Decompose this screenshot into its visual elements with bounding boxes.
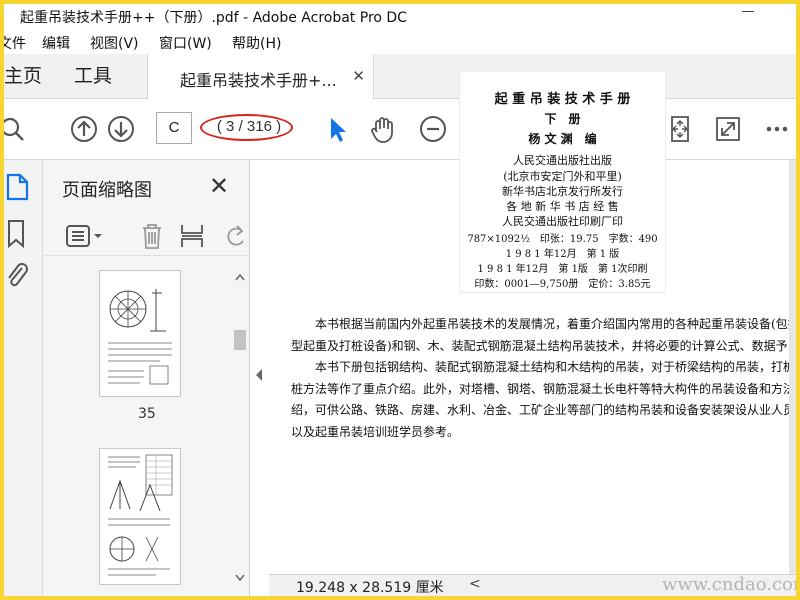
thumbnail-options-icon[interactable] — [65, 223, 105, 249]
thumbnail-page-number: 35 — [138, 406, 156, 422]
copyright-page: 起 重 吊 装 技 术 手 册 下 册 杨 文 渊 编 人民交通出版社出版 (北… — [459, 71, 666, 293]
bookmark-icon[interactable] — [4, 218, 32, 250]
thumbnail-preview — [108, 289, 172, 385]
thumbnail-page[interactable] — [99, 270, 181, 397]
collapse-panel-icon[interactable] — [251, 360, 267, 390]
select-cursor-icon[interactable] — [322, 114, 352, 144]
panel-toolbar — [43, 215, 249, 256]
minimize-button[interactable]: — — [736, 4, 760, 24]
tab-document[interactable]: 起重吊装技术手册+... ✕ — [147, 54, 374, 99]
page-edge — [789, 160, 796, 574]
copyright-publisher: 人民交通出版社出版 — [513, 154, 612, 167]
highlight-oval — [200, 114, 293, 141]
copyright-sellers: 各 地 新 华 书 店 经 售 — [506, 200, 619, 213]
next-page-icon[interactable] — [106, 114, 136, 144]
prev-page-icon[interactable] — [69, 114, 99, 144]
more-icon[interactable] — [762, 114, 792, 144]
thumbnails-panel: 页面缩略图 ✕ 35 — [43, 160, 250, 596]
thumbnail-preview — [108, 454, 173, 576]
text-line: 型起重及打桩设备)和钢、木、装配式钢筋混凝土结构吊装技术，并将必要的计算公式、数… — [291, 338, 796, 353]
copyright-editor: 杨 文 渊 编 — [528, 132, 597, 146]
thumbnails-scrollbar[interactable] — [233, 270, 247, 596]
window-title: 起重吊装技术手册++（下册）.pdf - Adobe Acrobat Pro D… — [20, 10, 407, 26]
full-screen-icon[interactable] — [713, 114, 743, 144]
copyright-print-run: 印数：0001—9,750册 定价：3.85元 — [474, 279, 651, 290]
page-thumbnails-icon[interactable] — [4, 172, 32, 202]
left-rail — [4, 160, 43, 596]
insert-page-icon[interactable] — [178, 221, 206, 251]
menu-bar: 文件 编辑 视图(V) 窗口(W) 帮助(H) — [4, 31, 796, 53]
text-line: 本书根据当前国内外起重吊装技术的发展情况，着重介绍国内常用的各种起重吊装设备(包… — [291, 317, 796, 331]
text-line: 绍，可供公路、铁路、房建、水利、冶金、工矿企业等部门的结构吊装和设备安装架设从业… — [291, 403, 796, 417]
copyright-edition: 1 9 8 1 年12月 第 1 版 — [505, 249, 620, 260]
hand-tool-icon[interactable] — [368, 114, 398, 144]
text-line: 桩方法等作了重点介绍。此外，对塔槽、钢塔、钢筋混凝土长电杆等特大构件的吊装设备和… — [291, 381, 796, 396]
search-icon[interactable] — [4, 114, 28, 144]
text-line: 本书下册包括钢结构、装配式钢筋混凝土结构和木结构的吊装，对于桥梁结构的吊装，打桩… — [291, 360, 796, 374]
copyright-format: 787×1092½ 印张：19.75 字数：490 — [467, 234, 658, 245]
thumbnail-page[interactable] — [99, 448, 181, 585]
acrobat-window: 起重吊装技术手册++（下册）.pdf - Adobe Acrobat Pro D… — [4, 4, 796, 596]
copyright-address: (北京市安定门外和平里) — [503, 170, 622, 183]
fit-page-icon[interactable] — [665, 114, 695, 144]
tab-document-label: 起重吊装技术手册+... — [180, 71, 337, 90]
delete-page-icon[interactable] — [139, 221, 165, 251]
copyright-distribution: 新华书店北京发行所发行 — [502, 185, 623, 198]
scroll-left-icon[interactable]: < — [469, 576, 481, 592]
copyright-printer: 人民交通出版社印刷厂印 — [502, 215, 623, 228]
tab-tools[interactable]: 工具 — [74, 54, 144, 98]
page-dimensions: 19.248 x 28.519 厘米 — [296, 580, 444, 596]
page-number-input[interactable]: C — [156, 112, 192, 144]
panel-title: 页面缩略图 — [62, 180, 152, 201]
copyright-volume: 下 册 — [544, 112, 581, 126]
tab-bar: 主页 工具 起重吊装技术手册+... ✕ — [4, 54, 796, 99]
watermark: www.cndao.com — [662, 574, 796, 595]
document-body-text: 本书根据当前国内外起重吊装技术的发展情况，着重介绍国内常用的各种起重吊装设备(包… — [291, 314, 796, 443]
rotate-page-icon[interactable] — [223, 221, 249, 251]
menu-help[interactable]: 帮助(H) — [232, 33, 281, 53]
title-bar: 起重吊装技术手册++（下册）.pdf - Adobe Acrobat Pro D… — [4, 4, 796, 30]
text-line: 以及起重吊装培训班学员参考。 — [291, 424, 460, 439]
menu-file[interactable]: 文件 — [4, 33, 26, 53]
toolbar: C ( 3 / 316 ) — [4, 99, 796, 160]
zoom-out-icon[interactable] — [418, 114, 448, 144]
menu-window[interactable]: 窗口(W) — [159, 33, 212, 53]
panel-close-icon[interactable]: ✕ — [209, 172, 229, 200]
menu-edit[interactable]: 编辑 — [42, 33, 70, 53]
attachment-icon[interactable] — [4, 260, 32, 292]
copyright-printing: 1 9 8 1 年12月 第 1版 第 1次印刷 — [477, 264, 648, 275]
menu-view[interactable]: 视图(V) — [90, 33, 139, 53]
copyright-title: 起 重 吊 装 技 术 手 册 — [494, 92, 631, 107]
tab-home[interactable]: 主页 — [4, 54, 74, 98]
tab-close-icon[interactable]: ✕ — [352, 67, 365, 85]
